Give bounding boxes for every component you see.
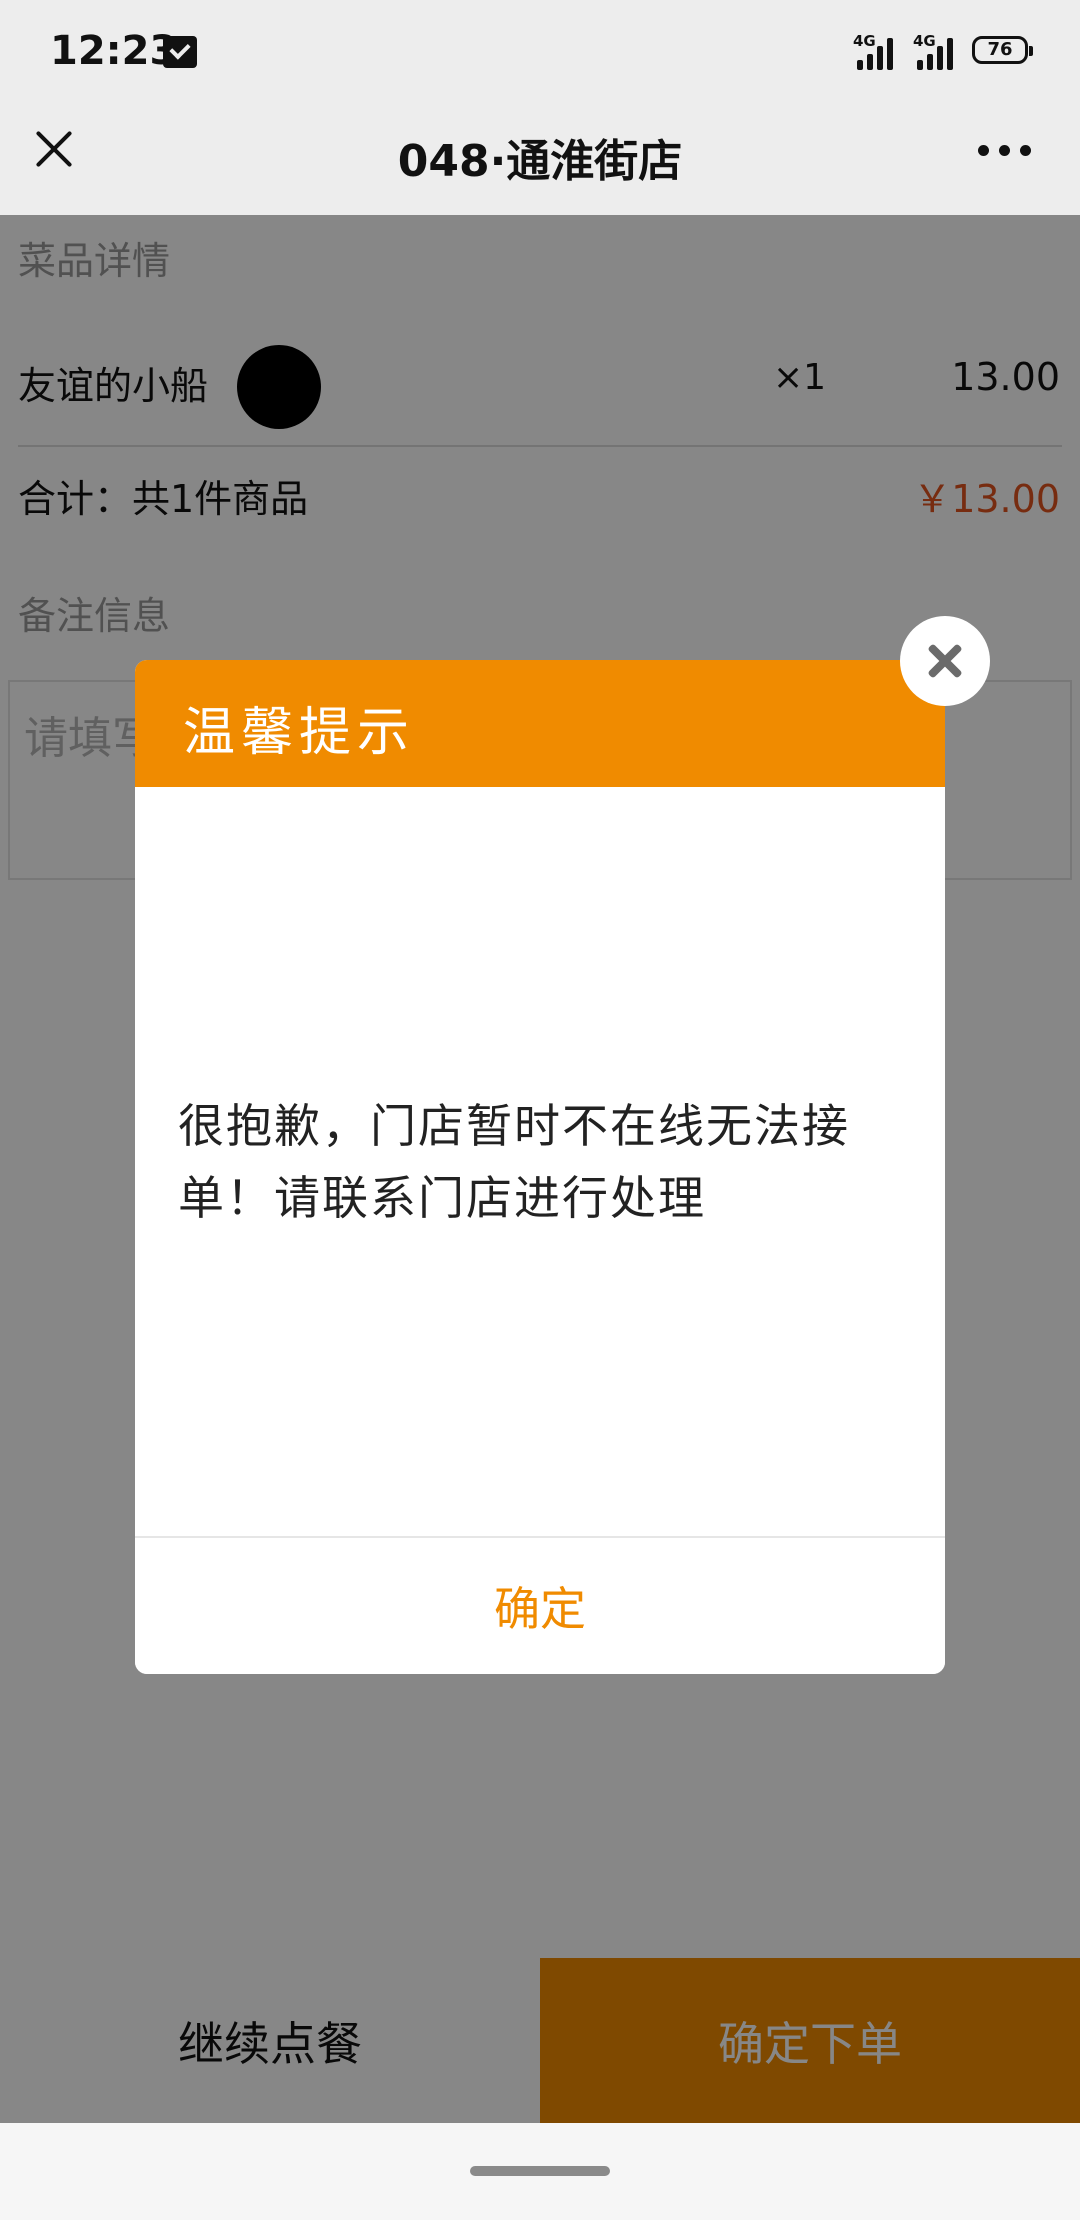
network-type-1: 4G [853, 32, 876, 50]
alert-dialog: 温馨提示 很抱歉，门店暂时不在线无法接单！请联系门店进行处理 确定 [135, 660, 945, 1674]
battery-icon: 76 [972, 36, 1033, 64]
signal-icon-2: 4G [913, 32, 961, 70]
dialog-message: 很抱歉，门店暂时不在线无法接单！请联系门店进行处理 [178, 1099, 850, 1225]
home-indicator[interactable] [470, 2166, 610, 2176]
signal-icon: 4G [853, 32, 901, 70]
dialog-close-icon[interactable] [900, 616, 990, 706]
status-time: 12:23 [50, 28, 178, 74]
page-title: 048·通淮街店 [397, 136, 683, 187]
dialog-title: 温馨提示 [183, 703, 416, 763]
nav-bar: 048·通淮街店 [0, 105, 1080, 215]
more-icon[interactable] [978, 145, 1034, 157]
message-notification-icon [163, 36, 197, 68]
dialog-ok-button[interactable]: 确定 [135, 1538, 945, 1674]
network-type-2: 4G [913, 32, 936, 50]
dialog-header: 温馨提示 [135, 660, 945, 787]
status-bar: 12:23 4G 4G 76 [0, 0, 1080, 105]
